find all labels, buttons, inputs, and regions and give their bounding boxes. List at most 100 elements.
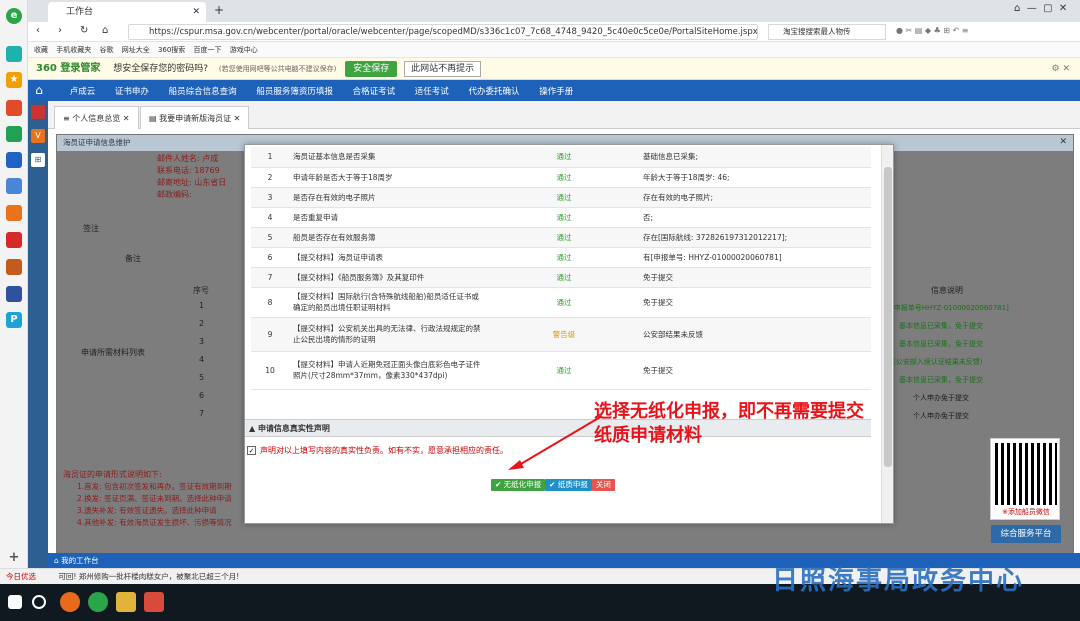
check-no: 3 (251, 187, 289, 208)
star-icon[interactable]: ★ (6, 72, 22, 88)
save-password-button[interactable]: 安全保存 (345, 60, 398, 77)
status-left[interactable]: 今日优选 (6, 572, 36, 581)
check-res: 通过 (489, 207, 639, 228)
bookmark-item[interactable]: 手机收藏夹 (56, 46, 91, 54)
nav-user[interactable]: 卢成云 (70, 87, 96, 97)
toolbar-icons[interactable]: ● ✂ ▤ ◆ ♣ ⊞ ↶ ≡ (896, 26, 968, 35)
new-tab-button[interactable]: + (214, 3, 224, 17)
app-icon[interactable] (144, 592, 164, 612)
password-bar: 360 登录管家 想安全保存您的密码吗? (若您使用网吧等公共电脑不建议保存) … (28, 58, 1080, 80)
tab-label: 个人信息总览 (72, 114, 121, 123)
declaration-row: ✓ 声明对以上填写内容的真实性负责。如有不实，愿意承担相应的责任。 (247, 445, 508, 456)
nav-item[interactable]: 船员综合信息查询 (169, 87, 237, 97)
bookmark-bar: 收藏 手机收藏夹 谷歌 网址大全 360搜索 百度一下 游戏中心 (28, 42, 1080, 58)
declaration-title: 申请信息真实性声明 (257, 424, 330, 433)
check-res: 通过 (489, 227, 639, 248)
sidebar-icon[interactable] (31, 105, 45, 119)
nav-item[interactable]: 船员服务簿资历填报 (256, 87, 333, 97)
check-it: 【提交材料】申请人近期免冠正面头像白底彩色电子证件照片(尺寸28mm*37mm，… (289, 351, 489, 390)
pay-icon[interactable]: P (6, 312, 22, 328)
browser-360-icon[interactable] (88, 592, 108, 612)
shop-icon[interactable] (6, 205, 22, 221)
game-icon[interactable] (6, 152, 22, 168)
bookmark-item[interactable]: 收藏 (34, 46, 48, 54)
chat-icon[interactable] (6, 126, 22, 142)
firefox-icon[interactable] (60, 592, 80, 612)
hot-icon[interactable] (6, 232, 22, 248)
app-icon[interactable] (6, 46, 22, 62)
dismiss-button[interactable]: 此网站不再提示 (404, 60, 482, 77)
bg-row-no: 7 (199, 409, 205, 418)
check-no: 7 (251, 267, 289, 288)
search-icon[interactable] (32, 595, 46, 609)
bg-row-no: 2 (199, 319, 205, 328)
check-row: 10 【提交材料】申请人近期免冠正面头像白底彩色电子证件照片(尺寸28mm*37m… (251, 351, 871, 390)
search-input[interactable]: 淘宝搜搜索最人物传 (768, 24, 886, 40)
weibo-icon[interactable] (6, 100, 22, 116)
bookmark-item[interactable]: 游戏中心 (230, 46, 258, 54)
check-inf: 免于提交 (639, 351, 871, 390)
home-icon[interactable]: ⌂ (102, 25, 108, 36)
action-buttons: ✔ 无纸化申报 ✔ 纸质申报 关闭 (491, 479, 615, 491)
home-icon[interactable]: ⌂ (28, 80, 50, 101)
sidebar-icon[interactable]: V (31, 129, 45, 143)
bg-text: 联系电话: 18769 (157, 166, 220, 175)
browser-logo-icon[interactable]: e (6, 8, 22, 24)
check-no: 6 (251, 247, 289, 268)
forward-icon[interactable]: › (58, 25, 62, 36)
check-row: 7 【提交材料】《船员服务簿》及其复印件 通过 免于提交 (251, 267, 871, 288)
notes-line: 3.遗失补发: 有效签证遗失。选择此种申请 (77, 506, 217, 515)
check-res: 通过 (489, 167, 639, 188)
bg-info: 基本信息已采集，免于提交 (899, 376, 983, 384)
service-platform-button[interactable]: 综合服务平台 (991, 525, 1061, 543)
notes-line: 1.首发: 包含初次签发和再办。签证有效期到期 (77, 482, 232, 491)
url-input[interactable]: https://cspur.msa.gov.cn/webcenter/porta… (128, 24, 758, 40)
folder-icon[interactable] (116, 592, 136, 612)
check-res: 警告级 (489, 317, 639, 352)
status-news[interactable]: 可回! 郑州修购一批杆楼肉糕女户，被聚北已超三个月! (58, 572, 239, 581)
tab-label: 我要申请新版海员证 (159, 114, 232, 123)
check-row: 1 海员证基本信息是否采集 通过 基础信息已采集; (251, 147, 871, 168)
scroll-thumb[interactable] (884, 167, 892, 467)
window-controls[interactable]: ⌂ — ▢ ✕ (1014, 3, 1067, 14)
grid-icon[interactable]: ⊞ (31, 153, 45, 167)
close-icon[interactable]: ✕ (1059, 137, 1067, 147)
nav-item[interactable]: 操作手册 (539, 87, 573, 97)
browser-tab[interactable]: 工作台 ✕ (48, 2, 206, 22)
check-row: 2 申请年龄是否大于等于18周岁 通过 年龄大于等于18周岁: 46; (251, 167, 871, 188)
nav-item[interactable]: 适任考试 (415, 87, 449, 97)
refresh-icon[interactable]: ↻ (80, 25, 88, 36)
close-icon[interactable]: ✕ (192, 2, 200, 22)
nav-item[interactable]: 证书申办 (115, 87, 149, 97)
scrollbar[interactable] (881, 145, 893, 523)
check-it: 是否存在有效的电子照片 (289, 187, 489, 208)
close-button[interactable]: 关闭 (591, 479, 615, 491)
check-inf: 免于提交 (639, 287, 871, 318)
doc-icon[interactable] (6, 178, 22, 194)
check-inf: 有[申报单号: HHYZ-01000020060781] (639, 247, 871, 268)
nav-item[interactable]: 合格证考试 (353, 87, 396, 97)
annotation-text: 选择无纸化申报，即不再需要提交纸质申请材料 (594, 401, 864, 446)
bookmark-item[interactable]: 谷歌 (99, 46, 113, 54)
tab-new-seaman-card[interactable]: ▤ 我要申请新版海员证 ✕ (140, 106, 250, 129)
add-icon[interactable]: + (6, 550, 22, 566)
workbench-label[interactable]: 我的工作台 (61, 556, 99, 565)
paper-submit-button[interactable]: ✔ 纸质申报 (545, 479, 592, 491)
declaration-checkbox[interactable]: ✓ (247, 446, 256, 455)
bookmark-item[interactable]: 百度一下 (194, 46, 222, 54)
back-icon[interactable]: ‹ (36, 25, 40, 36)
bg-text: 邮件人姓名: 卢成 (157, 154, 219, 163)
check-inf: 存在[国际航线: 372826197312012217]; (639, 227, 871, 248)
media-icon[interactable] (6, 286, 22, 302)
cat-icon[interactable] (6, 259, 22, 275)
settings-icon[interactable]: ⚙ ✕ (1052, 58, 1070, 80)
paperless-submit-button[interactable]: ✔ 无纸化申报 (491, 479, 546, 491)
bg-info: [申报单号HHYZ-01000020060781] (891, 304, 1009, 312)
windows-start-icon[interactable] (8, 595, 22, 609)
check-table: 1 海员证基本信息是否采集 通过 基础信息已采集; 2 申请年龄是否大于等于18周岁 通过年… (251, 147, 871, 390)
bookmark-item[interactable]: 网址大全 (122, 46, 150, 54)
nav-item[interactable]: 代办委托确认 (469, 87, 520, 97)
bookmark-item[interactable]: 360搜索 (158, 46, 185, 54)
check-res: 通过 (489, 147, 639, 168)
tab-personal-info[interactable]: ≡ 个人信息总览 ✕ (54, 106, 139, 129)
